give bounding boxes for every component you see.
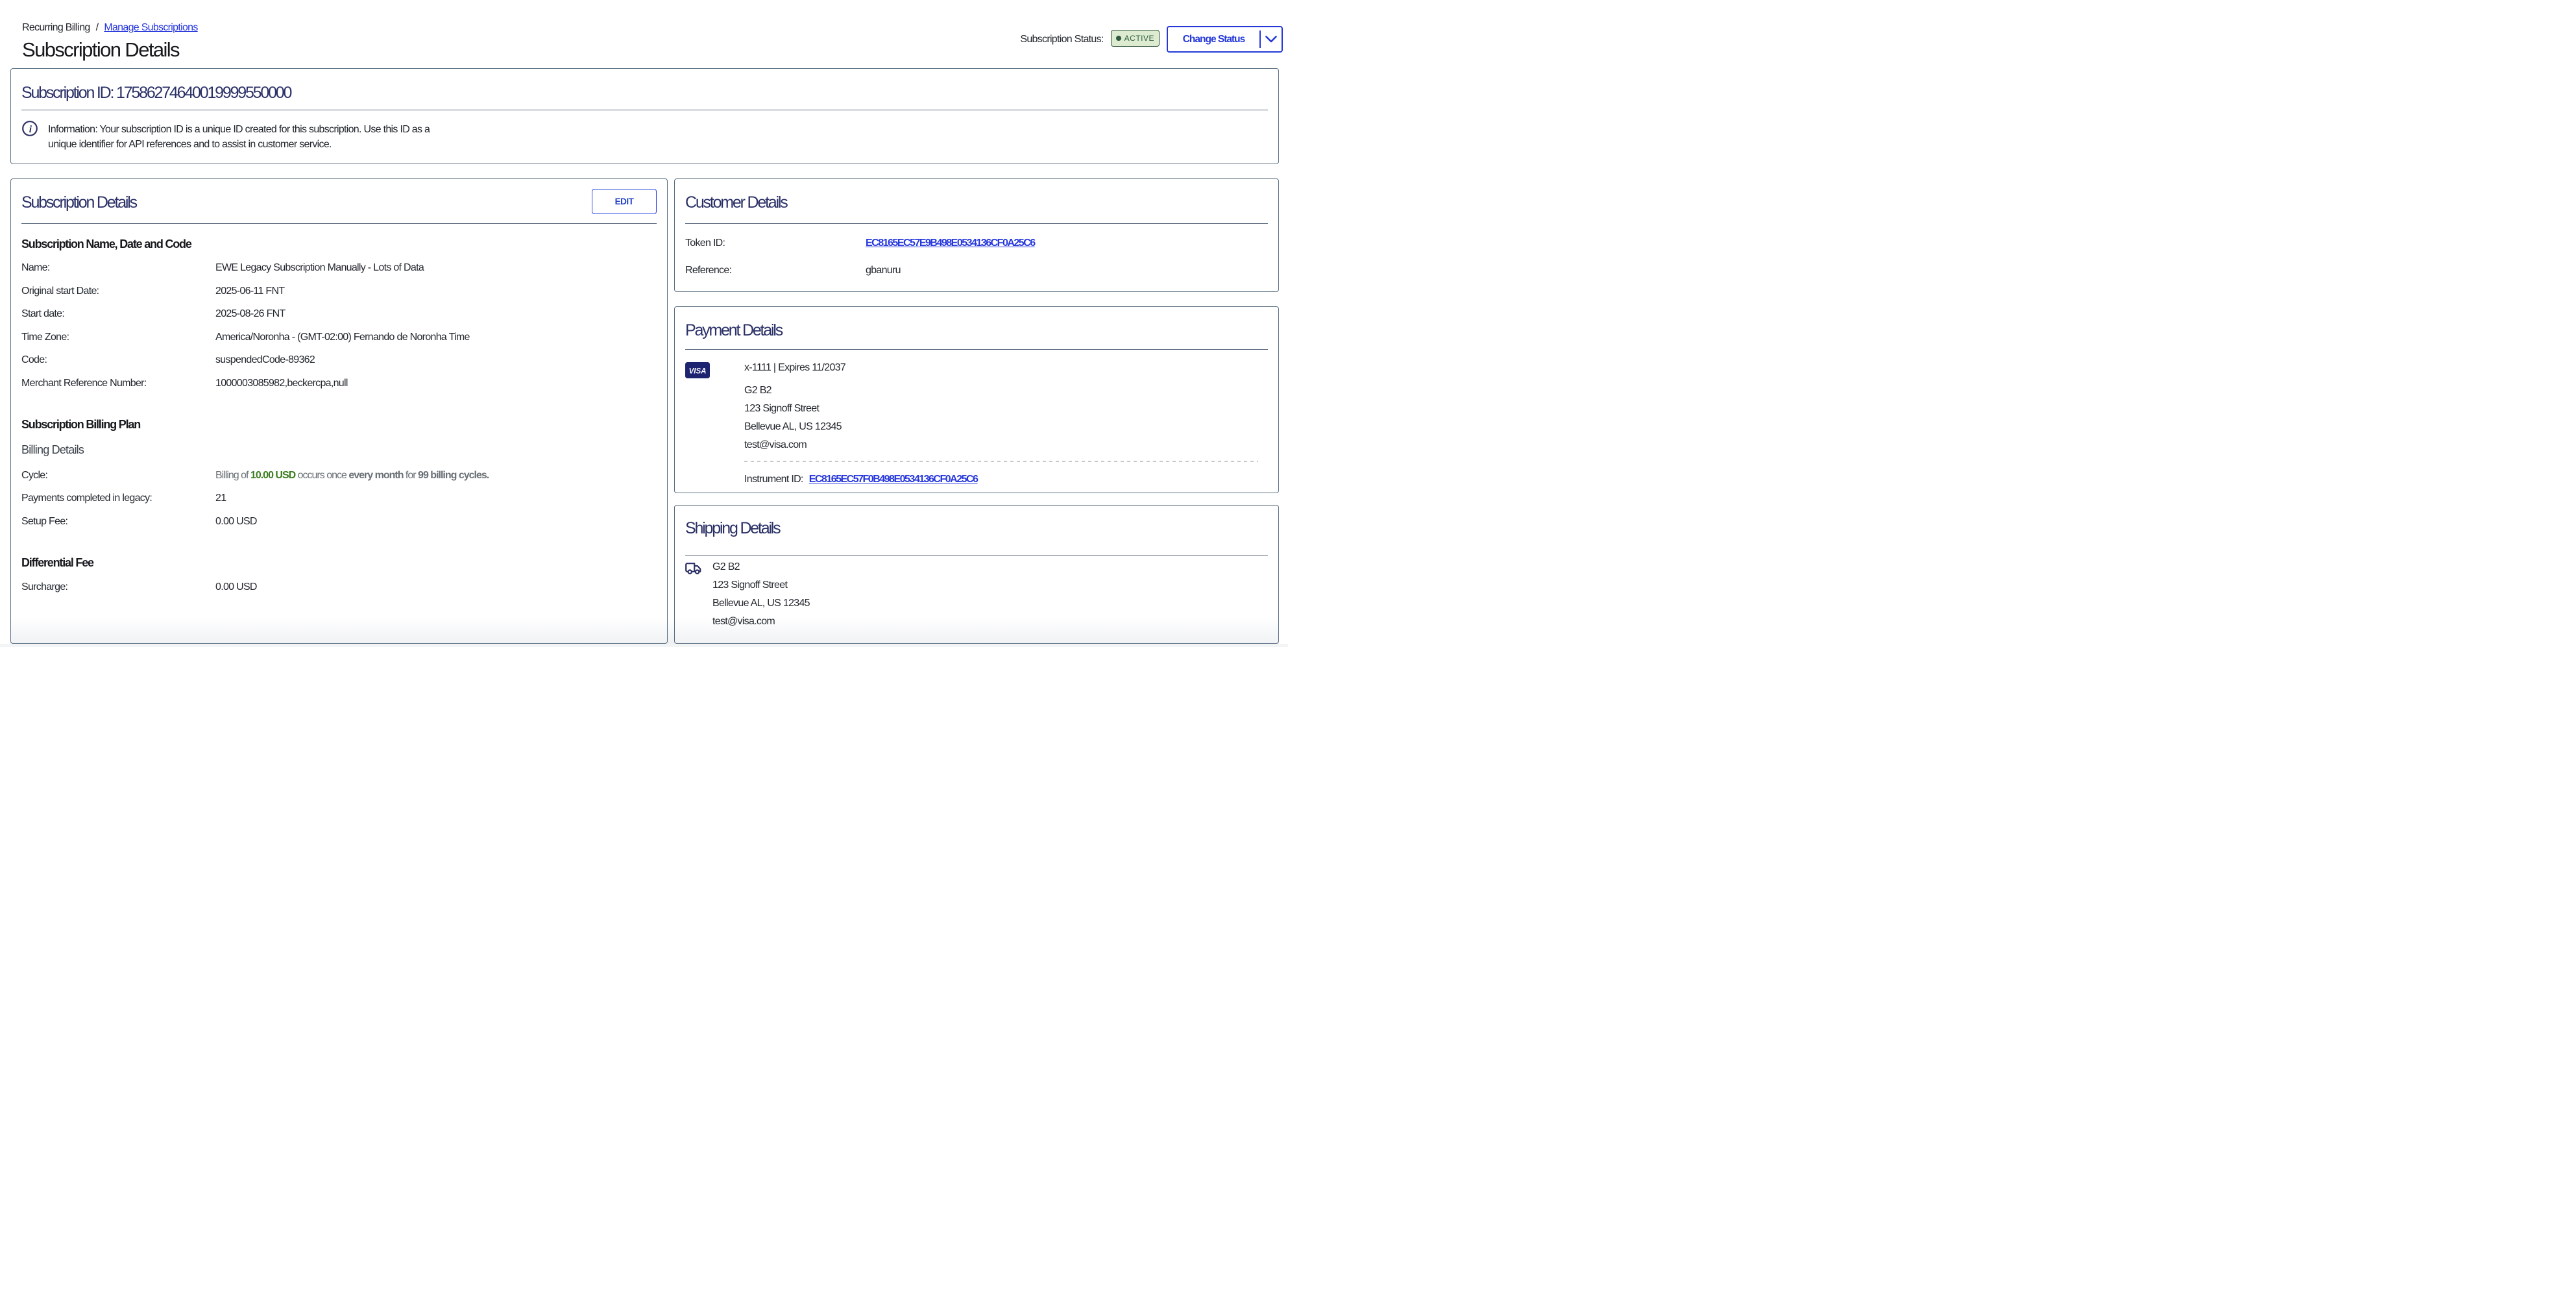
svg-text:VISA: VISA [689,367,707,375]
svg-text:i: i [29,124,32,135]
